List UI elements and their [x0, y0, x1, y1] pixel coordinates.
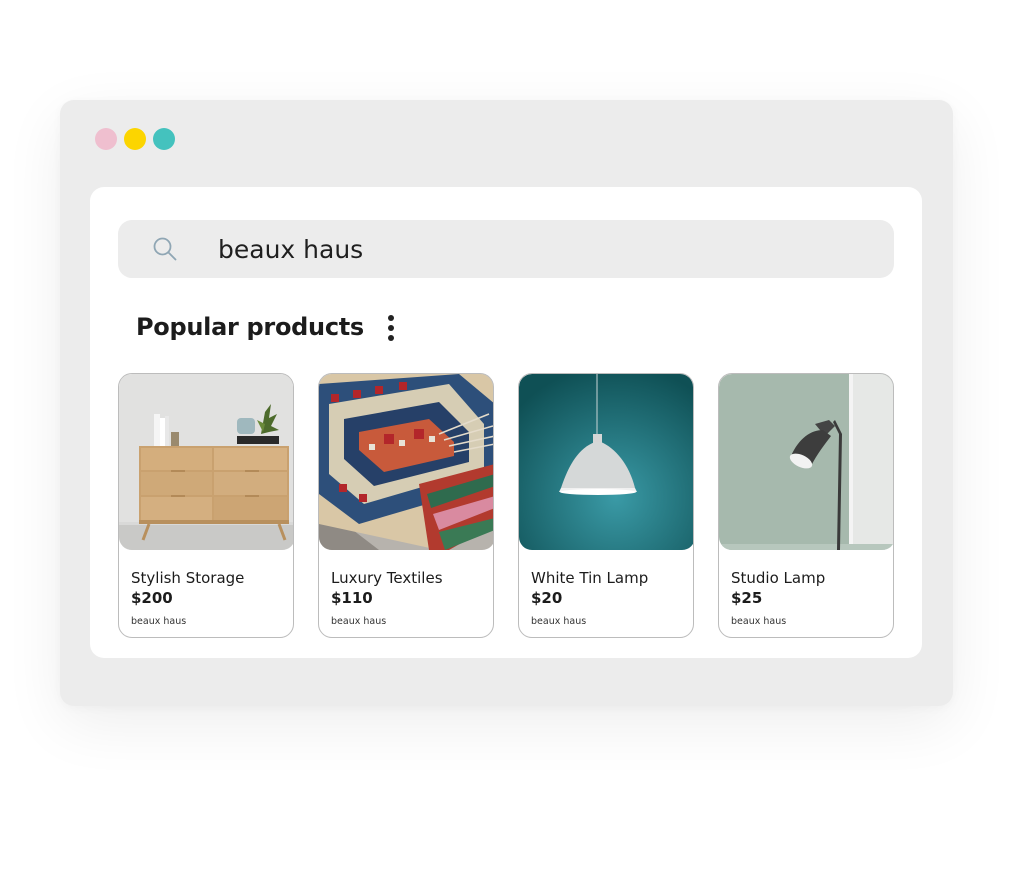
search-icon[interactable]	[152, 236, 178, 262]
wooden-dresser-image[interactable]	[119, 374, 293, 550]
product-card[interactable]: Stylish Storage $200 beaux haus	[118, 373, 294, 638]
search-input[interactable]	[218, 230, 818, 268]
search-bar[interactable]	[118, 220, 894, 278]
browser-window: Popular products	[60, 100, 953, 706]
more-vertical-icon[interactable]	[383, 315, 399, 345]
maximize-window-dot[interactable]	[153, 128, 175, 150]
product-card[interactable]: Studio Lamp $25 beaux haus	[718, 373, 894, 638]
product-card[interactable]: Luxury Textiles $110 beaux haus	[318, 373, 494, 638]
product-name[interactable]: Studio Lamp	[731, 569, 825, 587]
window-controls	[95, 128, 175, 150]
product-name[interactable]: Luxury Textiles	[331, 569, 443, 587]
woven-rug-image[interactable]	[319, 374, 493, 550]
product-brand: beaux haus	[731, 616, 787, 627]
product-name[interactable]: Stylish Storage	[131, 569, 244, 587]
product-brand: beaux haus	[531, 616, 587, 627]
page: Popular products	[0, 0, 1024, 883]
product-price: $25	[731, 589, 763, 607]
floor-lamp-image[interactable]	[719, 374, 893, 550]
content-panel: Popular products	[90, 187, 922, 658]
pendant-lamp-image[interactable]	[519, 374, 693, 550]
close-window-dot[interactable]	[95, 128, 117, 150]
product-price: $110	[331, 589, 373, 607]
product-price: $200	[131, 589, 173, 607]
product-name[interactable]: White Tin Lamp	[531, 569, 648, 587]
minimize-window-dot[interactable]	[124, 128, 146, 150]
product-brand: beaux haus	[331, 616, 387, 627]
product-price: $20	[531, 589, 563, 607]
section-title: Popular products	[136, 313, 364, 341]
product-card[interactable]: White Tin Lamp $20 beaux haus	[518, 373, 694, 638]
product-brand: beaux haus	[131, 616, 187, 627]
